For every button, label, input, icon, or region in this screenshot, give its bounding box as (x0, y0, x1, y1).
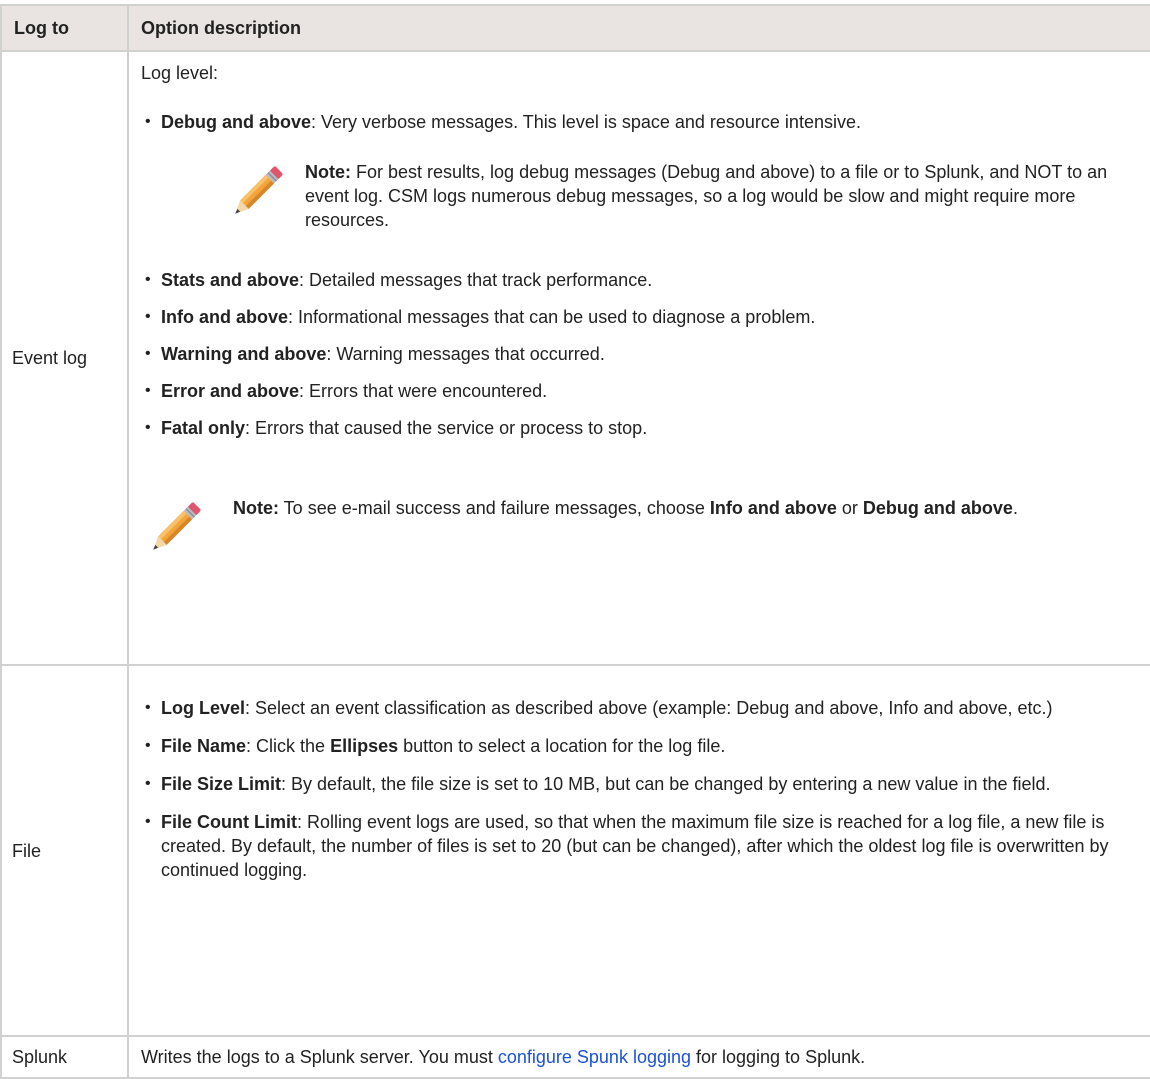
table-row-event-log: Event log Log level: Debug and above: Ve… (0, 50, 1150, 666)
log-level-list: Debug and above: Very verbose messages. … (141, 110, 1142, 134)
note-text: To see e-mail success and failure messag… (279, 498, 710, 518)
list-item-term: Info and above (161, 307, 289, 327)
list-item-debug: Debug and above: Very verbose messages. … (141, 110, 1142, 134)
note-text: or (836, 498, 863, 518)
note-label: Note: (233, 498, 279, 518)
note-text: For best results, log debug messages (De… (305, 162, 1108, 230)
header-option-description: Option description (127, 4, 1150, 52)
list-item-desc: : Select an event classification as desc… (245, 698, 1053, 718)
list-item-desc: : Very verbose messages. This level is s… (311, 112, 861, 132)
list-item-desc: : Warning messages that occurred. (326, 344, 605, 364)
list-item-desc: : By default, the file size is set to 10… (281, 774, 1051, 794)
pencil-icon (223, 162, 287, 226)
log-options-table: Log to Option description Event log Log … (0, 4, 1150, 1079)
list-item-desc: : Informational messages that can be use… (288, 307, 816, 327)
note-text: . (1012, 498, 1018, 518)
pencil-icon (141, 498, 205, 562)
list-item-error: Error and above: Errors that were encoun… (141, 379, 1142, 403)
list-item-desc: : Errors that caused the service or proc… (245, 418, 648, 438)
table-row-splunk: Splunk Writes the logs to a Splunk serve… (0, 1035, 1150, 1079)
list-item-desc: : Rolling event logs are used, so that w… (161, 812, 1109, 880)
file-description: Log Level: Select an event classificatio… (127, 664, 1150, 1037)
list-item-bold: Ellipses (330, 736, 399, 756)
list-item-file-count-limit: File Count Limit: Rolling event logs are… (141, 810, 1142, 882)
splunk-description: Writes the logs to a Splunk server. You … (127, 1035, 1150, 1079)
splunk-text: for logging to Splunk. (691, 1047, 866, 1067)
splunk-text: Writes the logs to a Splunk server. You … (141, 1047, 498, 1067)
list-item-term: File Count Limit (161, 812, 297, 832)
list-item-file-size-limit: File Size Limit: By default, the file si… (141, 772, 1142, 796)
row-label-splunk: Splunk (0, 1035, 129, 1079)
list-item-stats: Stats and above: Detailed messages that … (141, 268, 1142, 292)
note-bold: Debug and above (862, 498, 1013, 518)
configure-splunk-logging-link[interactable]: configure Spunk logging (498, 1047, 691, 1067)
row-label-file: File (0, 664, 129, 1037)
event-log-description: Log level: Debug and above: Very verbose… (127, 50, 1150, 666)
log-level-intro: Log level: (141, 63, 219, 83)
file-options-list: Log Level: Select an event classificatio… (141, 696, 1142, 882)
list-item-term: Debug and above (161, 112, 312, 132)
list-item-info: Info and above: Informational messages t… (141, 305, 1142, 329)
list-item-term: File Size Limit (161, 774, 282, 794)
note-debug: Note: For best results, log debug messag… (213, 160, 1142, 232)
note-email: Note: To see e-mail success and failure … (141, 496, 1142, 520)
list-item-desc: : Click the (246, 736, 331, 756)
list-item-log-level: Log Level: Select an event classificatio… (141, 696, 1142, 720)
list-item-term: Fatal only (161, 418, 246, 438)
list-item-fatal: Fatal only: Errors that caused the servi… (141, 416, 1142, 440)
list-item-term: Stats and above (161, 270, 300, 290)
list-item-warning: Warning and above: Warning messages that… (141, 342, 1142, 366)
header-log-to: Log to (0, 4, 129, 52)
list-item-term: File Name (161, 736, 247, 756)
table-row-file: File Log Level: Select an event classifi… (0, 664, 1150, 1037)
list-item-file-name: File Name: Click the Ellipses button to … (141, 734, 1142, 758)
list-item-desc: : Errors that were encountered. (299, 381, 548, 401)
log-level-list-continued: Stats and above: Detailed messages that … (141, 268, 1142, 440)
note-label: Note: (305, 162, 351, 182)
list-item-term: Warning and above (161, 344, 327, 364)
list-item-desc: : Detailed messages that track performan… (299, 270, 653, 290)
list-item-desc: button to select a location for the log … (398, 736, 726, 756)
list-item-term: Log Level (161, 698, 246, 718)
list-item-term: Error and above (161, 381, 300, 401)
note-bold: Info and above (709, 498, 837, 518)
row-label-event-log: Event log (0, 50, 129, 666)
table-header-row: Log to Option description (0, 4, 1150, 52)
